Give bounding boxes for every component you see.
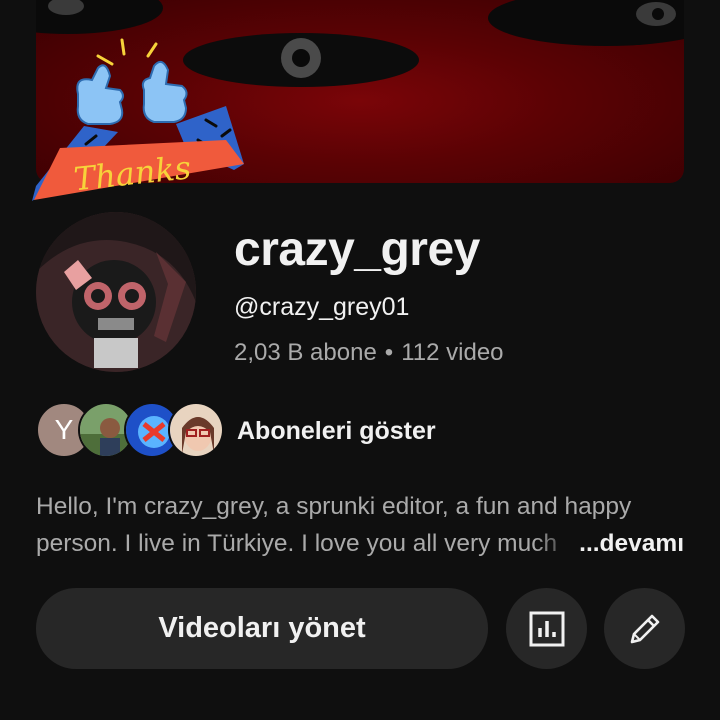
description-line: person. I live in Türkiye. I love you al… xyxy=(36,530,558,557)
pencil-icon xyxy=(630,614,659,643)
channel-stats: 2,03 B abone • 112 video xyxy=(234,339,504,367)
thanks-sticker: Thanks xyxy=(32,38,244,201)
video-count: 112 video xyxy=(401,339,504,366)
avatar-art xyxy=(36,212,196,372)
channel-avatar[interactable] xyxy=(36,212,196,372)
edit-channel-button[interactable] xyxy=(604,588,685,669)
description-more-link[interactable]: ...devamı xyxy=(535,525,684,562)
subscriber-count: 2,03 B abone xyxy=(234,339,377,366)
stats-separator: • xyxy=(384,339,394,366)
description-line: Hello, I'm crazy_grey, a sprunki editor,… xyxy=(36,493,632,520)
bar-chart-icon xyxy=(529,611,564,646)
manage-videos-button[interactable]: Videoları yönet xyxy=(36,588,488,669)
channel-description[interactable]: Hello, I'm crazy_grey, a sprunki editor,… xyxy=(36,488,684,562)
channel-handle: @crazy_grey01 xyxy=(234,293,410,321)
subscriber-avatar xyxy=(168,402,224,458)
channel-name: crazy_grey xyxy=(234,223,480,276)
analytics-button[interactable] xyxy=(506,588,587,669)
description-line-wrap: person. I live in Türkiye. I love you al… xyxy=(36,525,684,562)
show-subscribers-link[interactable]: Aboneleri göster xyxy=(237,417,436,446)
